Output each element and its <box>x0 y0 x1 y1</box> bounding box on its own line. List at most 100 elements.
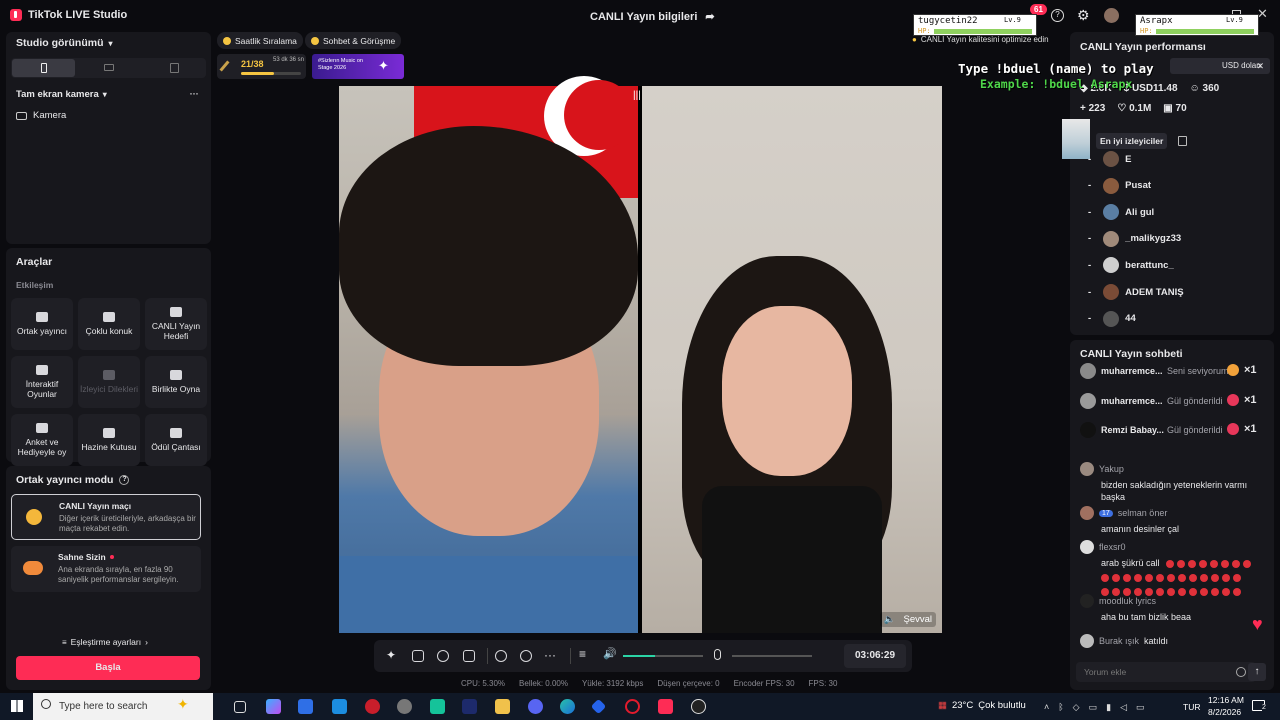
tool-poll-button[interactable]: Anket ve Hediyeyle oy <box>11 414 73 466</box>
stream-timer: 03:06:29 <box>844 644 906 668</box>
top-viewer-row[interactable]: - _malikygz33 <box>1088 230 1181 247</box>
opera-icon[interactable] <box>625 699 640 714</box>
system-tray: ˄ ᛒ ◇ ▭ ▮ ◁ ▭ <box>1044 702 1145 713</box>
optimize-hint[interactable]: ● CANLI Yayın kalitesini optimize edin <box>912 35 1049 44</box>
close-icon[interactable]: ✕ <box>1256 58 1264 74</box>
match-settings-link[interactable]: ≡ Eşleştirme ayarları › <box>62 637 148 647</box>
goal-progress-widget[interactable]: 21/38 53 dk 36 sn <box>217 54 306 79</box>
chat-message[interactable]: 17 selman öner amanın desinler çal <box>1080 506 1265 535</box>
emoji-icon[interactable] <box>1236 667 1246 677</box>
send-button[interactable]: ↑ <box>1248 663 1266 681</box>
tool-link-button[interactable]: Ortak yayıncı <box>11 298 73 350</box>
more-icon[interactable]: ··· <box>189 86 199 100</box>
gear-icon[interactable]: ⚙ <box>1077 8 1090 22</box>
weather-temp: 23°C <box>951 700 974 711</box>
obs-icon[interactable] <box>691 699 706 714</box>
chat-message[interactable]: Burak ışık katıldı <box>1080 634 1265 648</box>
add-source-icon[interactable] <box>463 650 475 662</box>
app-game-icon[interactable] <box>397 699 412 714</box>
tiktok-taskbar-icon[interactable] <box>658 699 673 714</box>
list-icon[interactable] <box>1178 136 1187 146</box>
chat-talk-chip[interactable]: Sohbet & Görüşme <box>305 32 402 49</box>
task-view-icon[interactable] <box>234 701 246 713</box>
red-circle-icon <box>1242 559 1251 568</box>
camera-switch-icon[interactable] <box>520 650 532 662</box>
app-dark-icon[interactable] <box>462 699 477 714</box>
copilot-icon[interactable] <box>266 699 281 714</box>
app-green-icon[interactable] <box>430 699 445 714</box>
top-viewer-row[interactable]: - Pusat <box>1088 177 1151 194</box>
top-viewer-row[interactable]: - Ali gul <box>1088 204 1154 221</box>
level-badge: 17 <box>1099 509 1113 517</box>
weather-widget[interactable]: ▦ 23°C Çok bulutlu <box>938 700 1026 711</box>
microphone-icon[interactable] <box>714 649 721 660</box>
mic-level-slider[interactable] <box>732 655 812 657</box>
tool-treasure-button[interactable]: Hazine Kutusu <box>78 414 140 466</box>
discord-icon[interactable] <box>528 699 543 714</box>
volume-tray-icon[interactable]: ◁ <box>1120 702 1127 713</box>
followers-value: 223 <box>1088 103 1106 114</box>
split-layout-button[interactable] <box>142 59 205 77</box>
mail-icon[interactable] <box>332 699 347 714</box>
tool-users-button[interactable]: Çoklu konuk <box>78 298 140 350</box>
tool-gamepad-button[interactable]: İnteraktif Oyunlar <box>11 356 73 408</box>
top-viewer-row[interactable]: -E <box>1088 151 1132 167</box>
bluetooth-icon[interactable]: ᛒ <box>1058 702 1063 713</box>
profile-avatar[interactable] <box>1104 8 1119 23</box>
red-circle-icon <box>1222 573 1230 582</box>
landscape-layout-button[interactable] <box>77 59 140 77</box>
volume-icon[interactable]: 🔊 <box>603 647 617 660</box>
tool-target-button[interactable]: CANLI Yayın Hedefi <box>145 298 207 350</box>
taskbar-search[interactable]: Type here to search ✦ <box>33 693 213 720</box>
info-icon[interactable]: ? <box>119 475 130 485</box>
store-icon[interactable] <box>298 699 313 714</box>
magic-icon[interactable]: ✦ <box>386 648 396 662</box>
battery-icon[interactable]: ▭ <box>1136 702 1145 713</box>
clock-time[interactable]: 12:16 AM <box>1208 695 1244 705</box>
lightbulb-icon: ● <box>912 35 917 44</box>
live-info-button[interactable]: CANLI Yayın bilgileri ➦ <box>590 10 715 24</box>
top-viewer-row[interactable]: - berattunc_ <box>1088 257 1174 274</box>
tool-bag-button[interactable]: Ödül Çantası <box>145 414 207 466</box>
chat-message[interactable]: flexsr0 arab şükrü call <box>1080 540 1265 597</box>
shield-icon[interactable]: ◇ <box>1073 702 1080 713</box>
hourly-ranking-chip[interactable]: Saatlik Sıralama <box>217 32 303 49</box>
edge-icon[interactable] <box>560 699 575 714</box>
stage-option[interactable]: Sahne Sizin Ana ekranda sırayla, en fazl… <box>11 546 201 592</box>
live-match-option[interactable]: CANLI Yayın maçı Diğer içerik üreticiler… <box>11 494 201 540</box>
effects-icon[interactable] <box>437 650 449 662</box>
portrait-layout-button[interactable] <box>12 59 75 77</box>
record-icon[interactable] <box>495 650 507 662</box>
top-viewers-header: En iyi izleyiciler <box>1096 133 1168 149</box>
start-button[interactable]: Başla <box>16 656 200 680</box>
gift-count: ×1 <box>1244 364 1257 376</box>
comment-input[interactable]: Yorum ekle <box>1076 662 1256 682</box>
help-icon[interactable]: ? <box>1051 9 1064 22</box>
chevron-up-icon[interactable]: ˄ <box>1044 702 1049 713</box>
tool-joystick-button[interactable]: Birlikte Oyna <box>145 356 207 408</box>
network-icon[interactable]: ▭ <box>1089 702 1098 713</box>
volume-slider[interactable] <box>623 655 703 657</box>
screenshot-icon[interactable] <box>412 650 424 662</box>
fullscreen-camera-dropdown[interactable]: Tam ekran kamera ▾ <box>16 89 107 100</box>
studio-view-dropdown[interactable]: Studio görünümü ▾ <box>16 37 113 49</box>
windows-start-icon[interactable] <box>11 700 23 712</box>
search-placeholder: Type here to search <box>59 701 148 712</box>
player2-card: Asrapx Lv.9 HP: <box>1135 14 1259 36</box>
clock-date[interactable]: 8/2/2026 <box>1208 707 1241 717</box>
top-viewer-row[interactable]: - 44 <box>1088 310 1136 327</box>
more-icon[interactable]: ··· <box>544 648 556 662</box>
language-indicator[interactable]: TUR <box>1183 702 1200 712</box>
event-banner[interactable]: #Sizlerın Music on Stage 2026 ✦ <box>312 54 404 79</box>
chevron-down-icon: ▾ <box>102 90 107 99</box>
top-viewer-row[interactable]: - ADEM TANIŞ <box>1088 284 1184 300</box>
mic-tray-icon[interactable]: ▮ <box>1106 702 1111 713</box>
chat-message[interactable]: Yakup bizden sakladığın yeteneklerin varm… <box>1080 462 1265 503</box>
mixer-icon[interactable]: ≡ <box>579 647 586 661</box>
chat-message[interactable]: moodluk lyrics aha bu tam bizlik beaa <box>1080 594 1265 623</box>
app-red-icon[interactable] <box>365 699 380 714</box>
file-explorer-icon[interactable] <box>495 699 510 714</box>
tools-title: Araçlar <box>16 256 53 268</box>
live-preview[interactable]: ||| 🔈 Şevval <box>339 76 942 633</box>
camera-source-item[interactable]: Kamera <box>16 110 66 121</box>
